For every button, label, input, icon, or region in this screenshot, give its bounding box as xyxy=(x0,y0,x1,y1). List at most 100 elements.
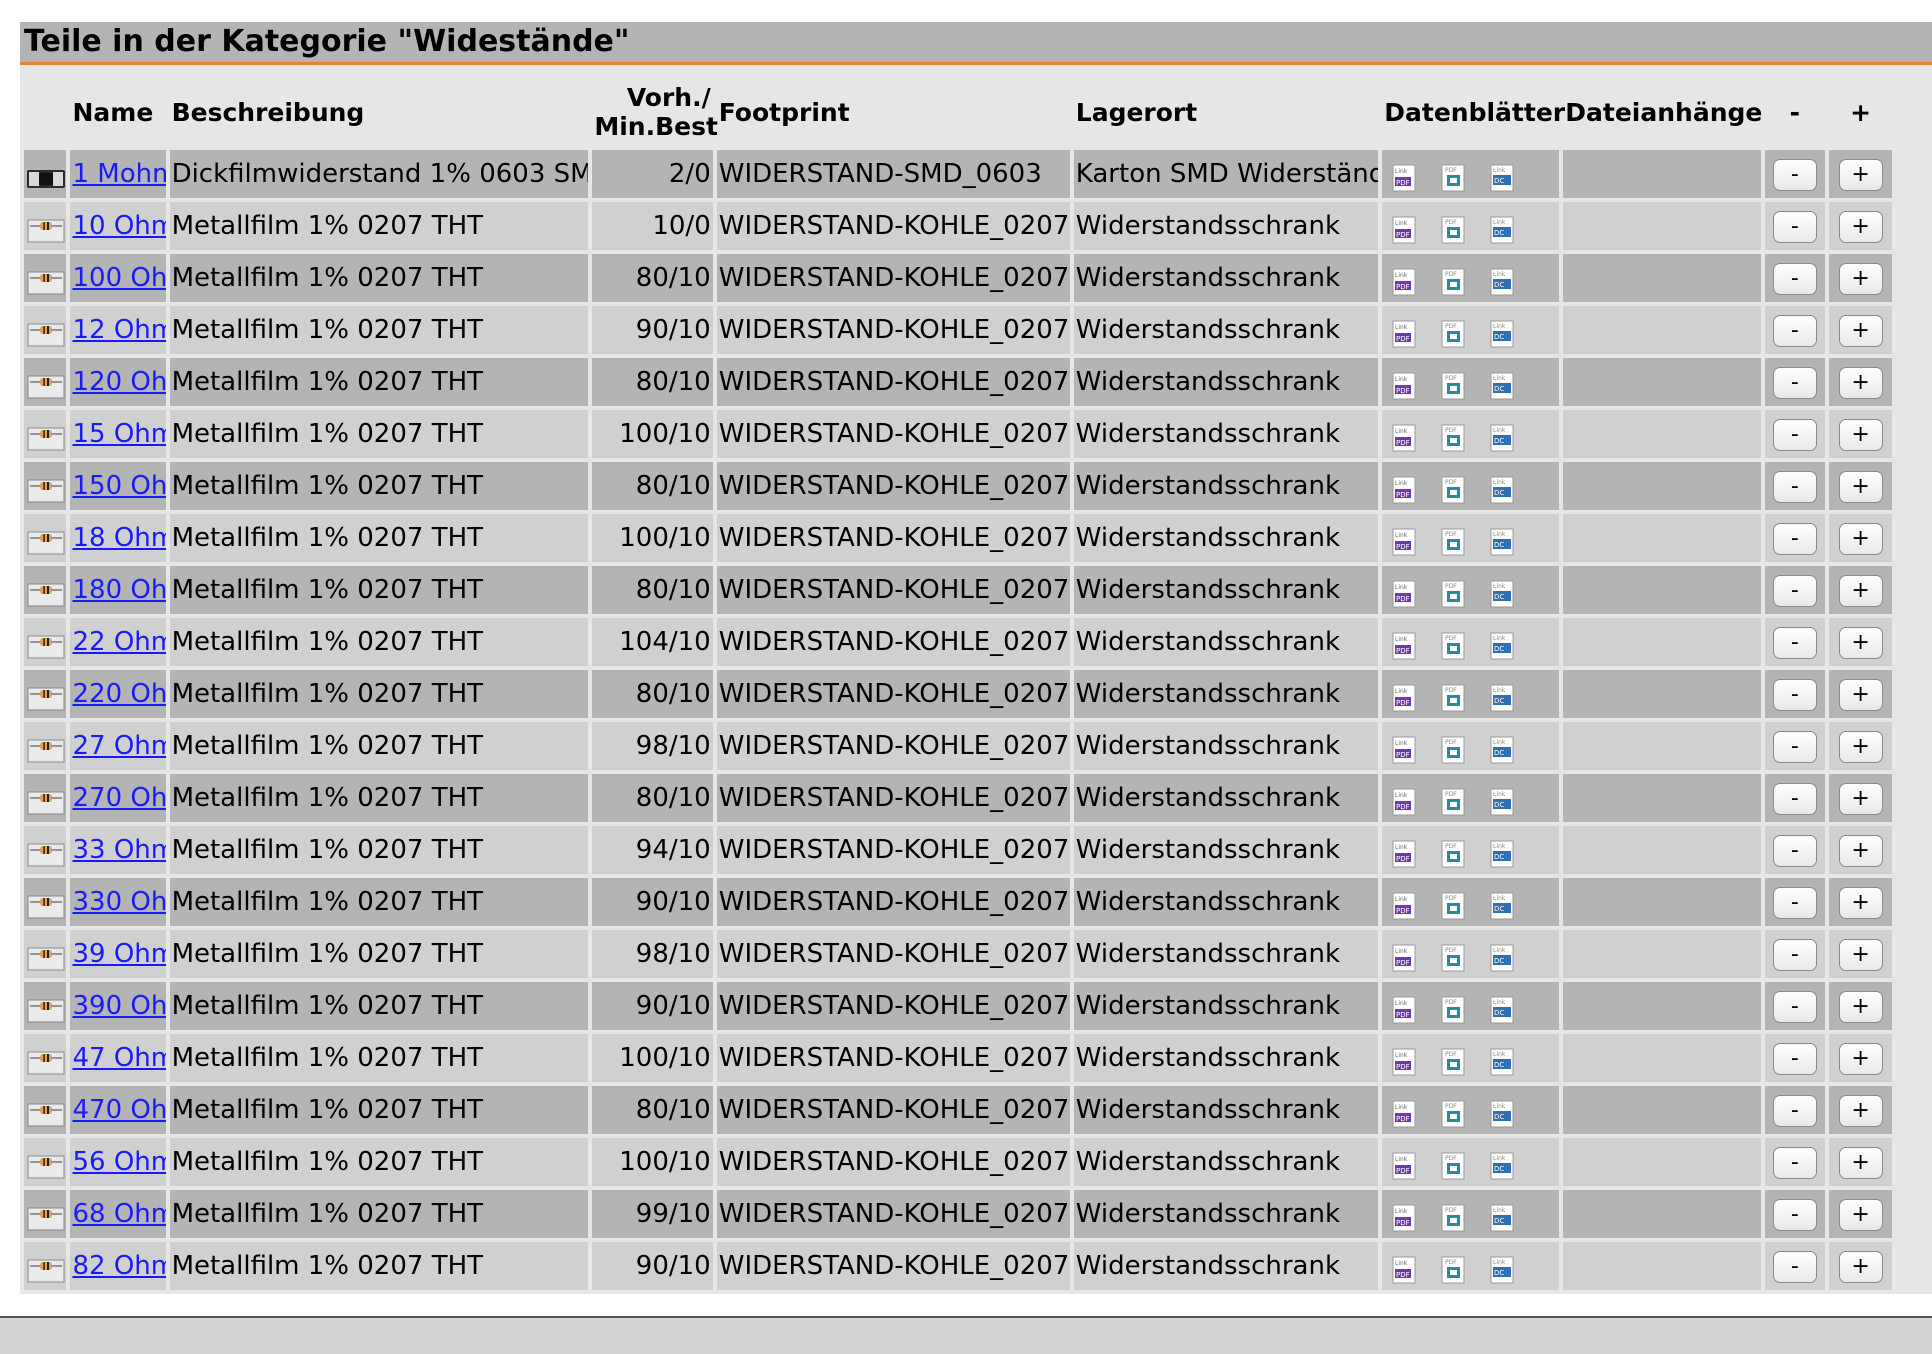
part-name-link[interactable]: 56 Ohm xyxy=(72,1147,165,1177)
decrease-stock-button[interactable]: - xyxy=(1772,678,1817,711)
part-name-link[interactable]: 220 Ohm xyxy=(72,679,165,709)
tht-resistor-icon[interactable] xyxy=(26,1201,66,1230)
tht-resistor-icon[interactable] xyxy=(26,1149,66,1178)
tht-resistor-icon[interactable] xyxy=(26,733,66,762)
datasheet-pdf-icon[interactable]: Link PDF xyxy=(1390,368,1420,400)
datasheet-pdf-icon[interactable]: Link PDF xyxy=(1390,316,1420,348)
increase-stock-button[interactable]: + xyxy=(1838,886,1883,919)
datasheet-doc-icon[interactable]: Link DC xyxy=(1488,368,1518,400)
part-name-link[interactable]: 47 Ohm xyxy=(72,1043,165,1073)
tht-resistor-icon[interactable] xyxy=(26,1097,66,1126)
datasheet-doc-icon[interactable]: Link DC xyxy=(1488,420,1518,452)
datasheet-pdf-link-icon[interactable]: PDF xyxy=(1439,1200,1469,1232)
decrease-stock-button[interactable]: - xyxy=(1772,210,1817,243)
datasheet-doc-icon[interactable]: Link DC xyxy=(1488,940,1518,972)
datasheet-pdf-link-icon[interactable]: PDF xyxy=(1439,1044,1469,1076)
part-name-link[interactable]: 150 Ohm xyxy=(72,471,165,501)
datasheet-doc-icon[interactable]: Link DC xyxy=(1488,1200,1518,1232)
increase-stock-button[interactable]: + xyxy=(1838,366,1883,399)
datasheet-pdf-link-icon[interactable]: PDF xyxy=(1439,836,1469,868)
datasheet-pdf-link-icon[interactable]: PDF xyxy=(1439,368,1469,400)
part-name-link[interactable]: 100 Ohm xyxy=(72,263,165,293)
decrease-stock-button[interactable]: - xyxy=(1772,314,1817,347)
datasheet-doc-icon[interactable]: Link DC xyxy=(1488,784,1518,816)
datasheet-pdf-icon[interactable]: Link PDF xyxy=(1390,1252,1420,1284)
part-name-link[interactable]: 180 Ohm xyxy=(72,575,165,605)
decrease-stock-button[interactable]: - xyxy=(1772,470,1817,503)
part-name-link[interactable]: 1 Mohm xyxy=(72,159,165,189)
increase-stock-button[interactable]: + xyxy=(1838,418,1883,451)
tht-resistor-icon[interactable] xyxy=(26,993,66,1022)
datasheet-pdf-icon[interactable]: Link PDF xyxy=(1390,992,1420,1024)
tht-resistor-icon[interactable] xyxy=(26,1045,66,1074)
part-name-link[interactable]: 470 Ohm xyxy=(72,1095,165,1125)
datasheet-doc-icon[interactable]: Link DC xyxy=(1488,1096,1518,1128)
datasheet-pdf-icon[interactable]: Link PDF xyxy=(1390,1200,1420,1232)
datasheet-doc-icon[interactable]: Link DC xyxy=(1488,1252,1518,1284)
datasheet-pdf-icon[interactable]: Link PDF xyxy=(1390,940,1420,972)
datasheet-doc-icon[interactable]: Link DC xyxy=(1488,472,1518,504)
tht-resistor-icon[interactable] xyxy=(26,629,66,658)
increase-stock-button[interactable]: + xyxy=(1838,210,1883,243)
part-name-link[interactable]: 10 Ohm xyxy=(72,211,165,241)
datasheet-pdf-icon[interactable]: Link PDF xyxy=(1390,1096,1420,1128)
increase-stock-button[interactable]: + xyxy=(1838,1146,1883,1179)
increase-stock-button[interactable]: + xyxy=(1838,938,1883,971)
datasheet-pdf-link-icon[interactable]: PDF xyxy=(1439,1252,1469,1284)
datasheet-pdf-link-icon[interactable]: PDF xyxy=(1439,1148,1469,1180)
datasheet-doc-icon[interactable]: Link DC xyxy=(1488,680,1518,712)
datasheet-doc-icon[interactable]: Link DC xyxy=(1488,888,1518,920)
increase-stock-button[interactable]: + xyxy=(1838,990,1883,1023)
part-name-link[interactable]: 18 Ohm xyxy=(72,523,165,553)
tht-resistor-icon[interactable] xyxy=(26,941,66,970)
datasheet-doc-icon[interactable]: Link DC xyxy=(1488,1148,1518,1180)
increase-stock-button[interactable]: + xyxy=(1838,1042,1883,1075)
part-name-link[interactable]: 82 Ohm xyxy=(72,1251,165,1281)
datasheet-doc-icon[interactable]: Link DC xyxy=(1488,836,1518,868)
decrease-stock-button[interactable]: - xyxy=(1772,262,1817,295)
part-name-link[interactable]: 12 Ohm xyxy=(72,315,165,345)
part-name-link[interactable]: 39 Ohm xyxy=(72,939,165,969)
datasheet-pdf-icon[interactable]: Link PDF xyxy=(1390,836,1420,868)
tht-resistor-icon[interactable] xyxy=(26,1253,66,1282)
decrease-stock-button[interactable]: - xyxy=(1772,938,1817,971)
decrease-stock-button[interactable]: - xyxy=(1772,1146,1817,1179)
decrease-stock-button[interactable]: - xyxy=(1772,418,1817,451)
increase-stock-button[interactable]: + xyxy=(1838,626,1883,659)
datasheet-pdf-icon[interactable]: Link PDF xyxy=(1390,680,1420,712)
datasheet-pdf-icon[interactable]: Link PDF xyxy=(1390,420,1420,452)
decrease-stock-button[interactable]: - xyxy=(1772,730,1817,763)
datasheet-pdf-icon[interactable]: Link PDF xyxy=(1390,472,1420,504)
tht-resistor-icon[interactable] xyxy=(26,369,66,398)
increase-stock-button[interactable]: + xyxy=(1838,678,1883,711)
datasheet-doc-icon[interactable]: Link DC xyxy=(1488,576,1518,608)
smd-resistor-icon[interactable] xyxy=(26,161,66,189)
datasheet-doc-icon[interactable]: Link DC xyxy=(1488,628,1518,660)
decrease-stock-button[interactable]: - xyxy=(1772,574,1817,607)
datasheet-doc-icon[interactable]: Link DC xyxy=(1488,1044,1518,1076)
decrease-stock-button[interactable]: - xyxy=(1772,1042,1817,1075)
part-name-link[interactable]: 22 Ohm xyxy=(72,627,165,657)
datasheet-pdf-link-icon[interactable]: PDF xyxy=(1439,316,1469,348)
increase-stock-button[interactable]: + xyxy=(1838,262,1883,295)
part-name-link[interactable]: 120 Ohm xyxy=(72,367,165,397)
datasheet-pdf-link-icon[interactable]: PDF xyxy=(1439,264,1469,296)
datasheet-pdf-icon[interactable]: Link PDF xyxy=(1390,732,1420,764)
datasheet-doc-icon[interactable]: Link DC xyxy=(1488,160,1518,192)
datasheet-pdf-link-icon[interactable]: PDF xyxy=(1439,680,1469,712)
datasheet-pdf-icon[interactable]: Link PDF xyxy=(1390,212,1420,244)
increase-stock-button[interactable]: + xyxy=(1838,314,1883,347)
increase-stock-button[interactable]: + xyxy=(1838,574,1883,607)
decrease-stock-button[interactable]: - xyxy=(1772,1250,1817,1283)
tht-resistor-icon[interactable] xyxy=(26,681,66,710)
part-name-link[interactable]: 330 Ohm xyxy=(72,887,165,917)
increase-stock-button[interactable]: + xyxy=(1838,1198,1883,1231)
datasheet-pdf-icon[interactable]: Link PDF xyxy=(1390,524,1420,556)
part-name-link[interactable]: 270 Ohm xyxy=(72,783,165,813)
datasheet-pdf-link-icon[interactable]: PDF xyxy=(1439,1096,1469,1128)
datasheet-doc-icon[interactable]: Link DC xyxy=(1488,524,1518,556)
datasheet-doc-icon[interactable]: Link DC xyxy=(1488,732,1518,764)
datasheet-doc-icon[interactable]: Link DC xyxy=(1488,992,1518,1024)
part-name-link[interactable]: 27 Ohm xyxy=(72,731,165,761)
decrease-stock-button[interactable]: - xyxy=(1772,366,1817,399)
